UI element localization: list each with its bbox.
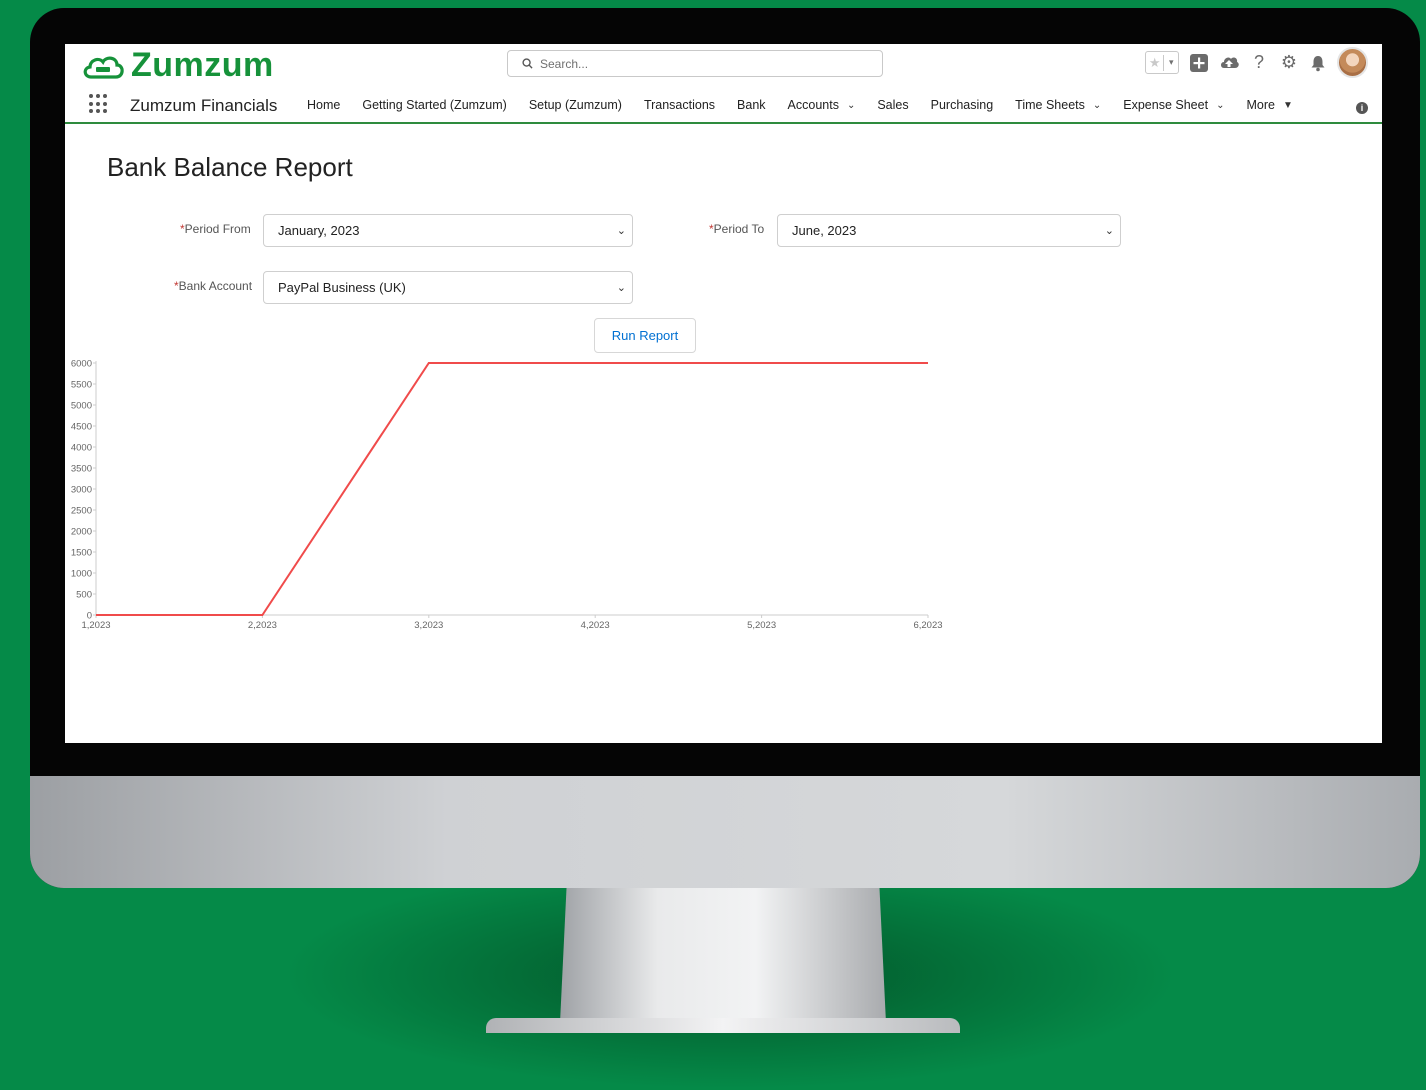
global-header: Zumzum Search... ★ ▾ ? ⚙ <box>65 44 1382 86</box>
info-icon[interactable]: i <box>1356 102 1368 114</box>
nav-item-time-sheets[interactable]: Time Sheets ⌄ <box>1015 98 1101 112</box>
nav-item-home[interactable]: Home <box>307 98 340 112</box>
y-tick-label: 6000 <box>71 359 92 370</box>
bank-account-label: *Bank Account <box>174 279 252 293</box>
bank-balance-chart: 0500100015002000250030003500400045005000… <box>65 350 965 640</box>
y-tick-label: 4500 <box>71 422 92 433</box>
nav-item-label: Bank <box>737 98 766 112</box>
series-line <box>96 363 928 615</box>
run-report-button[interactable]: Run Report <box>594 318 696 353</box>
x-tick-label: 3,2023 <box>414 620 443 631</box>
bell-icon[interactable] <box>1309 54 1327 72</box>
x-tick-label: 2,2023 <box>248 620 277 631</box>
nav-item-sales[interactable]: Sales <box>877 98 908 112</box>
search-icon <box>522 58 533 69</box>
app-navigation: Zumzum Financials Home Getting Started (Z… <box>65 88 1382 124</box>
help-icon[interactable]: ? <box>1249 52 1269 73</box>
chevron-down-icon[interactable]: ⌄ <box>1093 100 1101 111</box>
header-actions: ★ ▾ ? ⚙ <box>1145 47 1368 78</box>
y-tick-label: 2000 <box>71 527 92 538</box>
nav-item-label: Purchasing <box>931 98 994 112</box>
nav-item-accounts[interactable]: Accounts ⌄ <box>788 98 856 112</box>
nav-item-expense-sheet[interactable]: Expense Sheet ⌄ <box>1123 98 1224 112</box>
nav-item-label: More <box>1246 98 1274 112</box>
period-from-value: January, 2023 <box>278 223 359 238</box>
settings-icon[interactable]: ⚙ <box>1279 52 1299 73</box>
monitor-chin <box>30 776 1420 888</box>
nav-item-label: Home <box>307 98 340 112</box>
chevron-down-icon: ⌄ <box>617 281 626 294</box>
nav-item-more[interactable]: More ▼ <box>1246 98 1292 112</box>
nav-item-bank[interactable]: Bank <box>737 98 766 112</box>
cloud-icon[interactable] <box>1219 54 1239 72</box>
search-placeholder: Search... <box>540 57 588 71</box>
monitor-stand-base <box>486 1018 960 1033</box>
y-tick-label: 2500 <box>71 506 92 517</box>
nav-items: Home Getting Started (Zumzum) Setup (Zumzu… <box>307 98 1315 112</box>
add-icon[interactable] <box>1189 53 1209 73</box>
nav-item-label: Expense Sheet <box>1123 98 1208 112</box>
y-tick-label: 5000 <box>71 401 92 412</box>
x-tick-label: 5,2023 <box>747 620 776 631</box>
app-name: Zumzum Financials <box>130 96 277 116</box>
nav-item-label: Setup (Zumzum) <box>529 98 622 112</box>
y-tick-label: 1000 <box>71 569 92 580</box>
y-tick-label: 3500 <box>71 464 92 475</box>
y-tick-label: 4000 <box>71 443 92 454</box>
bank-account-select[interactable]: PayPal Business (UK) ⌄ <box>263 271 633 304</box>
chevron-down-icon[interactable]: ⌄ <box>847 100 855 111</box>
favorites-dropdown-icon[interactable]: ▾ <box>1164 57 1178 68</box>
nav-item-label: Getting Started (Zumzum) <box>362 98 507 112</box>
chart-svg: 0500100015002000250030003500400045005000… <box>65 350 965 640</box>
y-tick-label: 3000 <box>71 485 92 496</box>
chevron-down-icon[interactable]: ▼ <box>1283 100 1293 111</box>
nav-item-getting-started-zumzum[interactable]: Getting Started (Zumzum) <box>362 98 507 112</box>
x-tick-label: 1,2023 <box>81 620 110 631</box>
star-icon[interactable]: ★ <box>1146 55 1164 71</box>
nav-item-label: Sales <box>877 98 908 112</box>
cloud-logo-icon <box>81 51 125 81</box>
period-to-select[interactable]: June, 2023 ⌄ <box>777 214 1121 247</box>
avatar[interactable] <box>1337 47 1368 78</box>
period-from-label: *Period From <box>180 222 251 236</box>
favorites-button[interactable]: ★ ▾ <box>1145 51 1179 74</box>
period-to-value: June, 2023 <box>792 223 856 238</box>
nav-item-purchasing[interactable]: Purchasing <box>931 98 994 112</box>
y-tick-label: 5500 <box>71 380 92 391</box>
nav-item-label: Transactions <box>644 98 715 112</box>
monitor-stand <box>560 888 886 1023</box>
logo-text: Zumzum <box>131 46 274 85</box>
nav-item-label: Time Sheets <box>1015 98 1085 112</box>
logo[interactable]: Zumzum <box>81 46 274 85</box>
x-tick-label: 4,2023 <box>581 620 610 631</box>
x-tick-label: 6,2023 <box>913 620 942 631</box>
period-to-label: *Period To <box>709 222 764 236</box>
y-tick-label: 1500 <box>71 548 92 559</box>
chevron-down-icon[interactable]: ⌄ <box>1216 100 1224 111</box>
nav-item-transactions[interactable]: Transactions <box>644 98 715 112</box>
search-input[interactable]: Search... <box>507 50 883 77</box>
chevron-down-icon: ⌄ <box>1105 224 1114 237</box>
period-from-select[interactable]: January, 2023 ⌄ <box>263 214 633 247</box>
app-launcher-icon[interactable] <box>89 94 109 114</box>
page-title: Bank Balance Report <box>107 152 353 183</box>
chevron-down-icon: ⌄ <box>617 224 626 237</box>
nav-item-label: Accounts <box>788 98 839 112</box>
nav-item-setup-zumzum[interactable]: Setup (Zumzum) <box>529 98 622 112</box>
bank-account-value: PayPal Business (UK) <box>278 280 406 295</box>
y-tick-label: 500 <box>76 590 92 601</box>
app-screen: Zumzum Search... ★ ▾ ? ⚙ <box>65 44 1382 743</box>
